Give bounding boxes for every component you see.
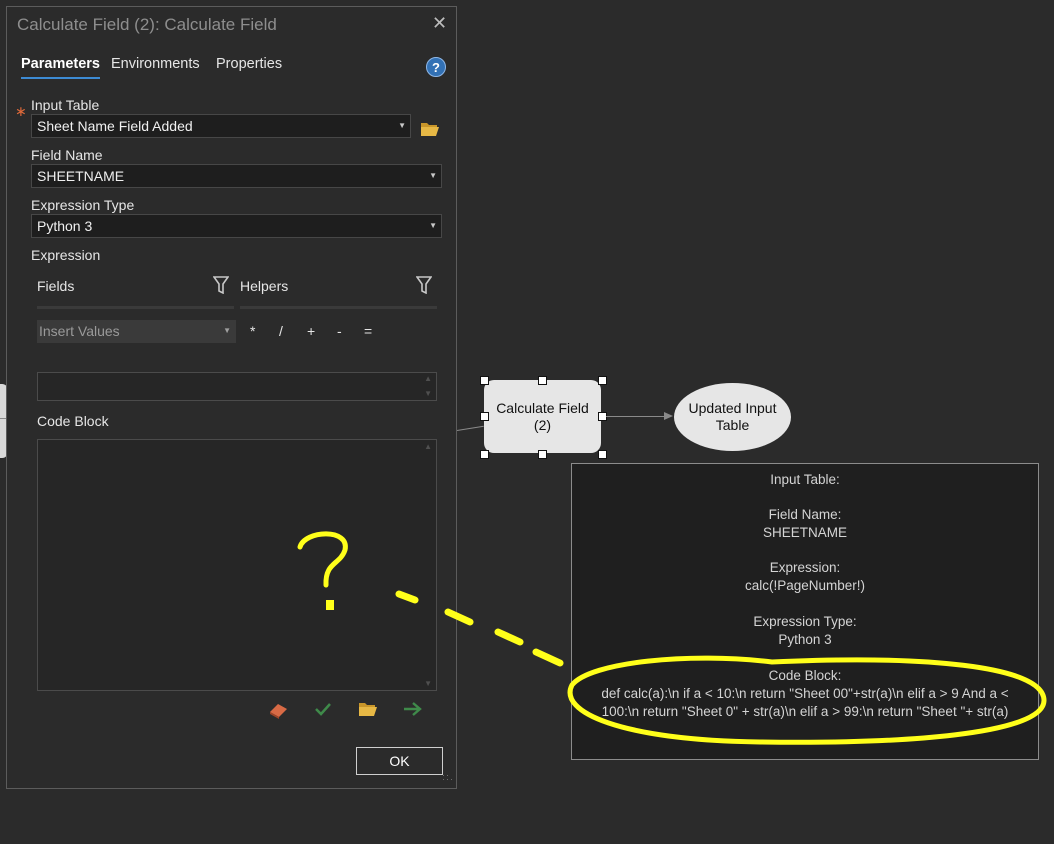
- operator-add-button[interactable]: +: [307, 323, 315, 339]
- selection-handle[interactable]: [538, 450, 547, 459]
- chevron-down-icon: ▼: [398, 121, 406, 130]
- tooltip-code-block-label: Code Block:: [768, 668, 842, 683]
- scroll-down-icon[interactable]: ▼: [424, 389, 432, 398]
- field-name-label: Field Name: [31, 147, 103, 163]
- tooltip-expression-type-value: Python 3: [778, 632, 832, 647]
- tool-node-label-line1: Calculate Field: [496, 399, 589, 416]
- required-marker: ∗: [15, 103, 27, 119]
- folder-open-icon[interactable]: [358, 701, 378, 717]
- tab-parameters[interactable]: Parameters: [21, 56, 100, 72]
- scroll-up-icon[interactable]: ▲: [424, 442, 432, 451]
- operator-subtract-button[interactable]: -: [337, 323, 342, 339]
- fields-list[interactable]: [37, 306, 234, 309]
- operator-multiply-button[interactable]: *: [250, 323, 255, 339]
- filter-icon[interactable]: [416, 276, 432, 294]
- selection-handle[interactable]: [538, 376, 547, 385]
- insert-values-placeholder: Insert Values: [39, 323, 120, 339]
- tooltip-expression-type-label: Expression Type:: [753, 614, 857, 629]
- scroll-down-icon[interactable]: ▼: [424, 679, 432, 688]
- tooltip-code-block-line2: 100:\n return "Sheet 0" + str(a)\n elif …: [601, 704, 1009, 719]
- expression-type-dropdown[interactable]: Python 3 ▼: [31, 214, 442, 238]
- chevron-down-icon: ▼: [429, 221, 437, 230]
- expression-input[interactable]: ▲ ▼: [37, 372, 437, 401]
- tab-environments[interactable]: Environments: [111, 56, 200, 72]
- input-table-label: Input Table: [31, 97, 100, 113]
- chevron-down-icon: ▼: [223, 326, 231, 335]
- tab-properties[interactable]: Properties: [216, 56, 282, 72]
- tool-parameters-tooltip: Input Table: Field Name: SHEETNAME Expre…: [571, 463, 1039, 760]
- checkmark-icon[interactable]: [314, 701, 332, 717]
- insert-values-dropdown[interactable]: Insert Values ▼: [37, 320, 236, 343]
- helpers-label: Helpers: [240, 278, 289, 294]
- operator-equals-button[interactable]: =: [364, 323, 372, 339]
- field-name-dropdown[interactable]: SHEETNAME ▼: [31, 164, 442, 188]
- code-block-label: Code Block: [37, 413, 109, 429]
- connector-into-tool: [456, 425, 484, 431]
- selection-handle[interactable]: [480, 376, 489, 385]
- expression-type-label: Expression Type: [31, 197, 135, 213]
- operator-divide-button[interactable]: /: [279, 323, 283, 339]
- selection-handle[interactable]: [598, 376, 607, 385]
- tool-node-label-line2: (2): [533, 416, 552, 433]
- output-node-label-line2: Table: [715, 417, 750, 433]
- model-output-updated-input-table[interactable]: Updated Input Table: [674, 383, 791, 451]
- selection-handle[interactable]: [598, 450, 607, 459]
- calculate-field-dialog: Calculate Field (2): Calculate Field ✕ P…: [6, 6, 457, 789]
- code-block-input[interactable]: ▲ ▼: [37, 439, 437, 691]
- tooltip-field-name-label: Field Name:: [768, 507, 842, 522]
- eraser-icon[interactable]: [268, 701, 290, 719]
- tooltip-expression-value: calc(!PageNumber!): [744, 578, 866, 593]
- connector-to-output: [606, 416, 666, 417]
- folder-open-icon[interactable]: [420, 121, 440, 137]
- tooltip-expression-label: Expression:: [769, 560, 841, 575]
- active-tab-indicator: [21, 77, 100, 79]
- arrow-right-icon[interactable]: [403, 701, 423, 717]
- helpers-list[interactable]: [240, 306, 437, 309]
- tooltip-input-table-label: Input Table:: [770, 472, 840, 487]
- model-tool-calculate-field-2[interactable]: Calculate Field (2): [484, 380, 601, 453]
- fields-label: Fields: [37, 278, 75, 294]
- field-name-value: SHEETNAME: [37, 168, 125, 184]
- input-table-value: Sheet Name Field Added: [37, 118, 193, 134]
- expression-label: Expression: [31, 247, 101, 263]
- connector-arrowhead: [664, 412, 673, 420]
- help-icon[interactable]: ?: [426, 57, 446, 77]
- filter-icon[interactable]: [213, 276, 229, 294]
- dialog-title: Calculate Field (2): Calculate Field: [17, 15, 277, 34]
- scroll-up-icon[interactable]: ▲: [424, 374, 432, 383]
- expression-type-value: Python 3: [37, 218, 93, 234]
- output-node-label-line1: Updated Input: [688, 400, 777, 416]
- chevron-down-icon: ▼: [429, 171, 437, 180]
- close-icon[interactable]: ✕: [432, 13, 447, 34]
- tooltip-code-block-line1: def calc(a):\n if a < 10:\n return "Shee…: [601, 686, 1009, 701]
- ok-button[interactable]: OK: [356, 747, 443, 775]
- tooltip-field-name-value: SHEETNAME: [762, 525, 847, 540]
- selection-handle[interactable]: [480, 450, 489, 459]
- input-table-dropdown[interactable]: Sheet Name Field Added ▼: [31, 114, 411, 138]
- resize-grip-icon[interactable]: ·· ···: [442, 771, 454, 784]
- selection-handle[interactable]: [480, 412, 489, 421]
